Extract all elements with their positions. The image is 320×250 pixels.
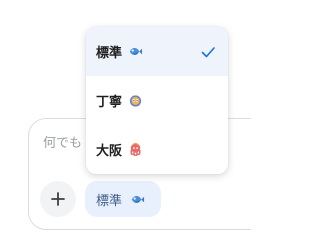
plus-icon: [51, 192, 65, 206]
owl-icon: [129, 95, 142, 107]
fish-icon: [129, 47, 143, 56]
stage: 何でも 標準 標準 丁寧 大阪: [0, 0, 251, 250]
menu-item-label: 丁寧: [96, 95, 123, 110]
octopus-icon: [130, 142, 141, 157]
check-icon: [201, 46, 215, 57]
add-button[interactable]: [40, 181, 76, 217]
model-selector-chip[interactable]: 標準: [85, 181, 161, 217]
menu-item-polite[interactable]: 丁寧: [86, 76, 228, 125]
model-menu: 標準 丁寧 大阪: [86, 27, 228, 174]
composer-placeholder: 何でも: [43, 136, 83, 151]
menu-item-standard[interactable]: 標準: [86, 27, 228, 76]
menu-item-label: 大阪: [96, 144, 123, 159]
model-chip-label: 標準: [96, 193, 123, 209]
menu-item-label: 標準: [96, 46, 123, 61]
fish-icon: [131, 195, 145, 203]
menu-item-osaka[interactable]: 大阪: [86, 125, 228, 174]
